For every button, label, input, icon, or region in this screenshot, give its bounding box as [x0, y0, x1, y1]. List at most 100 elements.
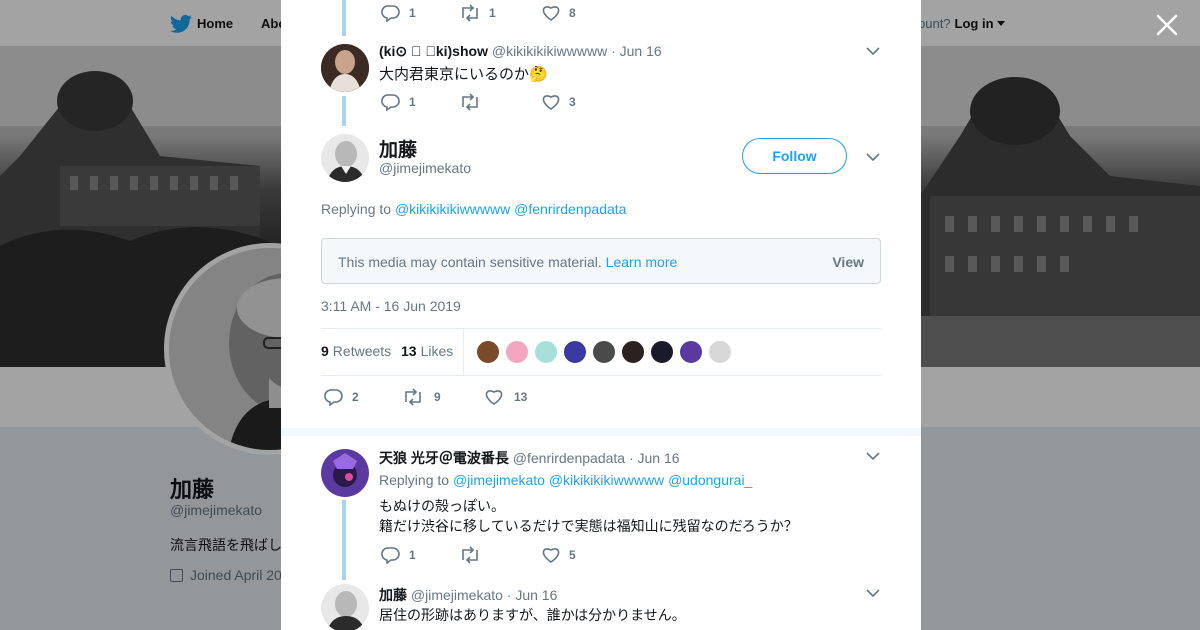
- reply-count: 1: [409, 6, 416, 20]
- chevron-down-icon[interactable]: [866, 589, 880, 598]
- liker-avatar[interactable]: [505, 340, 529, 364]
- reply-icon[interactable]: [381, 4, 401, 22]
- liker-avatar[interactable]: [679, 340, 703, 364]
- like-button[interactable]: 8: [541, 4, 576, 22]
- reply-button[interactable]: 1: [381, 4, 416, 22]
- reply-icon[interactable]: [381, 93, 401, 111]
- retweet-button[interactable]: [459, 93, 481, 111]
- view-media-button[interactable]: View: [832, 254, 864, 270]
- retweet-button[interactable]: 1: [459, 4, 496, 22]
- likes-count: 13: [401, 343, 417, 359]
- like-button[interactable]: 5: [541, 546, 576, 564]
- divider: [321, 375, 881, 376]
- sensitive-media-notice: This media may contain sensitive materia…: [321, 238, 881, 284]
- reply-3-header: 加藤 @jimejimekato · Jun 16: [379, 585, 557, 605]
- sensitive-media-message: This media may contain sensitive materia…: [338, 254, 677, 270]
- retweets-count: 9: [321, 343, 329, 359]
- replying-to: Replying to @jimejimekato @kikikikikiwww…: [379, 472, 752, 488]
- avatar[interactable]: [321, 134, 369, 182]
- mention-link[interactable]: @fenrirdenpadata: [514, 201, 626, 217]
- retweet-icon[interactable]: [402, 388, 424, 406]
- tweet-date[interactable]: · Jun 16: [629, 450, 680, 466]
- user-handle[interactable]: @kikikikikiwwwww: [492, 43, 607, 59]
- mention-link[interactable]: @kikikikikiwwwww: [549, 472, 664, 488]
- thread-connector: [342, 96, 346, 126]
- like-count: 13: [514, 390, 528, 404]
- liker-avatar[interactable]: [650, 340, 674, 364]
- reply-button[interactable]: 1: [381, 93, 416, 111]
- mention-link[interactable]: @kikikikikiwwwww: [395, 201, 510, 217]
- like-icon[interactable]: [541, 4, 561, 22]
- tweet-text-line: 籍だけ渋谷に移しているだけで実態は福知山に残留なのだろうか？: [379, 518, 798, 534]
- avatar[interactable]: [321, 44, 369, 92]
- retweet-icon[interactable]: [459, 4, 481, 22]
- like-icon[interactable]: [484, 388, 504, 406]
- thread-connector: [342, 0, 346, 36]
- retweet-button[interactable]: [459, 546, 481, 564]
- mention-link[interactable]: @udongurai_: [668, 472, 752, 488]
- like-icon[interactable]: [541, 546, 561, 564]
- learn-more-link[interactable]: Learn more: [606, 254, 678, 270]
- reply-button[interactable]: 2: [324, 388, 359, 406]
- mention-link[interactable]: @jimejimekato: [453, 472, 545, 488]
- retweet-icon[interactable]: [459, 546, 481, 564]
- replying-to: Replying to @kikikikikiwwwww @fenrirdenp…: [321, 201, 626, 217]
- liker-avatar[interactable]: [563, 340, 587, 364]
- tweet-text: 大内君東京にいるのか🤔: [379, 66, 548, 83]
- follow-button[interactable]: Follow: [742, 138, 847, 174]
- like-icon[interactable]: [541, 93, 561, 111]
- reply-icon[interactable]: [381, 546, 401, 564]
- avatar[interactable]: [321, 584, 369, 630]
- tweet-date[interactable]: · Jun 16: [507, 587, 558, 603]
- replying-to-label: Replying to: [321, 201, 392, 217]
- tweet-timestamp[interactable]: 3:11 AM - 16 Jun 2019: [321, 298, 461, 314]
- reply-1-actions: 1 3: [381, 93, 641, 113]
- like-button[interactable]: 13: [484, 388, 527, 406]
- liker-avatar[interactable]: [621, 340, 645, 364]
- chevron-down-icon[interactable]: [866, 47, 880, 56]
- chevron-down-icon[interactable]: [866, 153, 880, 162]
- liker-avatar[interactable]: [708, 340, 732, 364]
- like-count: 8: [569, 6, 576, 20]
- tweet-permalink-modal: 1 1 8 (ki⊙ ⃞ ⃞ki)show @kikikikikiwwwww ·…: [281, 0, 921, 630]
- retweet-icon[interactable]: [459, 93, 481, 111]
- reply-2-header: 天狼 光牙＠電波番長 @fenrirdenpadata · Jun 16: [379, 448, 680, 468]
- liker-avatar[interactable]: [476, 340, 500, 364]
- liker-avatar[interactable]: [534, 340, 558, 364]
- reply-1-header: (ki⊙ ⃞ ⃞ki)show @kikikikikiwwwww · Jun 1…: [379, 43, 662, 60]
- likes-label: Likes: [420, 343, 454, 359]
- chevron-down-icon[interactable]: [866, 452, 880, 461]
- close-icon[interactable]: [1154, 12, 1180, 38]
- reply-count: 1: [409, 95, 416, 109]
- tweet-date[interactable]: · Jun 16: [611, 43, 662, 59]
- main-tweet-name[interactable]: 加藤: [379, 135, 417, 162]
- replying-to-label: Replying to: [379, 472, 450, 488]
- retweet-button[interactable]: 9: [402, 388, 441, 406]
- display-name[interactable]: (ki⊙ ⃞ ⃞ki)show: [379, 43, 488, 59]
- reply-count: 1: [409, 548, 416, 562]
- retweet-count: 9: [434, 390, 441, 404]
- likes-stat[interactable]: 13 Likes: [401, 343, 453, 359]
- sensitive-media-text: This media may contain sensitive materia…: [338, 254, 602, 270]
- reply-2-actions: 1 5: [381, 546, 641, 566]
- main-tweet-handle[interactable]: @jimejimekato: [379, 160, 471, 176]
- tweet-text-line: もぬけの殻っぽい。: [379, 498, 505, 514]
- reply-count: 2: [352, 390, 359, 404]
- user-handle[interactable]: @jimejimekato: [411, 587, 503, 603]
- tweet-text: 居住の形跡はありますが、誰かは分かりません。: [379, 607, 686, 623]
- reply-button[interactable]: 1: [381, 546, 416, 564]
- divider: [463, 329, 464, 375]
- divider: [321, 328, 881, 329]
- like-count: 3: [569, 95, 576, 109]
- user-handle[interactable]: @fenrirdenpadata: [513, 450, 625, 466]
- top-tweet-actions: 1 1 8: [381, 4, 641, 24]
- retweets-label: Retweets: [332, 343, 392, 359]
- thread-connector: [342, 500, 346, 580]
- display-name[interactable]: 天狼 光牙＠電波番長: [379, 450, 509, 466]
- liker-avatar[interactable]: [592, 340, 616, 364]
- reply-icon[interactable]: [324, 388, 344, 406]
- retweets-stat[interactable]: 9 Retweets: [321, 343, 391, 359]
- like-button[interactable]: 3: [541, 93, 576, 111]
- display-name[interactable]: 加藤: [379, 587, 407, 603]
- avatar[interactable]: [321, 449, 369, 497]
